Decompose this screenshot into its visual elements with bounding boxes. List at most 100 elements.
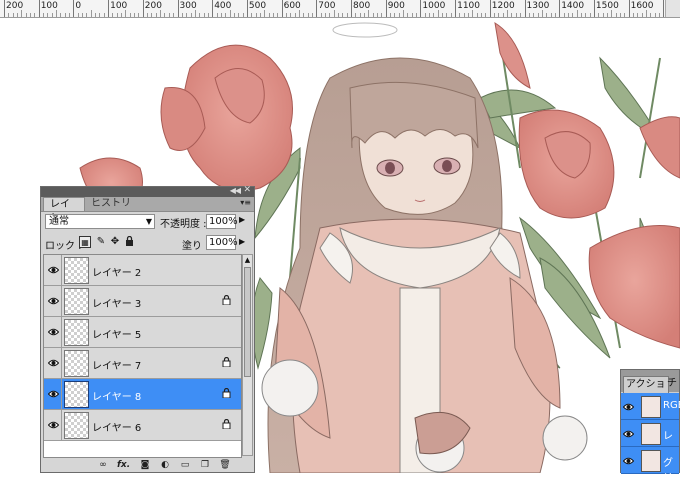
eye-icon[interactable] <box>45 317 62 347</box>
ruler-tick <box>73 0 75 17</box>
ruler-minor-tick <box>403 10 405 17</box>
ruler-minor-tick <box>585 13 587 17</box>
ruler-minor-tick <box>268 13 270 17</box>
adjustment-icon[interactable]: ◐ <box>159 459 171 471</box>
ruler-minor-tick <box>390 13 392 17</box>
ruler-minor-tick <box>550 13 552 17</box>
lock-all-icon[interactable] <box>123 235 135 248</box>
ruler-tick <box>593 0 595 17</box>
opacity-slider-arrow-icon[interactable]: ▶ <box>239 215 245 224</box>
opacity-input[interactable]: 100% <box>206 214 238 229</box>
fx-icon[interactable]: fx. <box>117 459 130 471</box>
trash-icon[interactable]: 🗑 <box>219 459 231 471</box>
ruler-minor-tick <box>563 13 565 17</box>
tab-channels[interactable]: チ <box>667 376 677 392</box>
ruler-minor-tick <box>364 13 365 17</box>
channel-row[interactable]: グリ <box>621 447 679 484</box>
fill-input[interactable]: 100% <box>206 235 238 250</box>
blend-mode-select[interactable]: 通常 ▼ <box>45 214 155 229</box>
layer-thumbnail[interactable] <box>64 412 89 439</box>
layer-thumbnail[interactable] <box>64 319 89 346</box>
eye-icon[interactable] <box>622 428 635 441</box>
layer-name[interactable]: レイヤー 2 <box>92 264 141 279</box>
ruler-minor-tick <box>658 13 660 17</box>
eye-icon[interactable] <box>45 410 62 440</box>
ruler-minor-tick <box>294 13 296 17</box>
layer-row[interactable]: レイヤー 6 <box>44 410 241 441</box>
layer-name[interactable]: レイヤー 6 <box>92 419 141 434</box>
lock-position-icon[interactable]: ✥ <box>109 236 121 248</box>
eye-icon[interactable] <box>45 348 62 378</box>
ruler-minor-tick <box>554 13 556 17</box>
ruler-minor-tick <box>207 13 209 17</box>
ruler-minor-tick <box>303 13 305 17</box>
ruler-tick <box>489 0 491 17</box>
layer-name[interactable]: レイヤー 3 <box>92 295 141 310</box>
ruler-minor-tick <box>298 10 300 17</box>
ruler-minor-tick <box>619 13 621 17</box>
eye-icon[interactable] <box>622 401 635 414</box>
lock-image-pixels-icon[interactable]: ✎ <box>95 236 107 248</box>
folder-icon[interactable]: ▭ <box>179 459 191 471</box>
eye-icon[interactable] <box>45 379 62 409</box>
layer-thumbnail[interactable] <box>64 350 89 377</box>
layer-row[interactable]: レイヤー 2 <box>44 255 241 286</box>
layer-row[interactable]: レイヤー 7 <box>44 348 241 379</box>
fill-slider-arrow-icon[interactable]: ▶ <box>239 237 245 246</box>
ruler-minor-tick <box>112 13 114 17</box>
collapse-icon[interactable]: ◀◀ <box>230 186 241 195</box>
panel-menu-icon[interactable]: ▾≡ <box>240 198 251 207</box>
scroll-up-icon[interactable]: ▲ <box>243 255 252 265</box>
mask-icon[interactable]: ◙ <box>139 459 151 471</box>
ruler-minor-tick <box>589 13 591 17</box>
ruler-minor-tick <box>186 13 188 17</box>
ruler-minor-tick <box>285 13 287 17</box>
layer-thumbnail[interactable] <box>64 288 89 315</box>
ruler-minor-tick <box>611 10 613 17</box>
ruler-minor-tick <box>424 13 426 17</box>
ruler-minor-tick <box>433 13 435 17</box>
layer-row[interactable]: レイヤー 8 <box>44 379 241 410</box>
new-layer-icon[interactable]: ❐ <box>199 459 211 471</box>
tab-history[interactable]: ヒストリー <box>85 197 143 223</box>
ruler-minor-tick <box>476 13 478 17</box>
ruler-minor-tick <box>337 13 339 17</box>
ruler-minor-tick <box>134 13 136 17</box>
layer-name[interactable]: レイヤー 7 <box>92 357 141 372</box>
lock-transparent-pixels-icon[interactable]: ▦ <box>79 236 91 248</box>
layer-name[interactable]: レイヤー 8 <box>92 388 141 403</box>
eye-icon[interactable] <box>45 255 62 285</box>
scroll-thumb[interactable] <box>244 267 251 377</box>
close-icon[interactable]: ✕ <box>243 185 251 195</box>
ruler-minor-tick <box>229 10 231 17</box>
channel-row[interactable]: RGB <box>621 393 680 420</box>
layer-thumbnail[interactable] <box>64 381 89 408</box>
ruler-minor-tick <box>541 10 543 17</box>
tab-actions[interactable]: アクショ <box>623 376 669 393</box>
ruler-minor-tick <box>69 13 71 17</box>
ruler-minor-tick <box>138 13 140 17</box>
link-icon[interactable]: ∞ <box>95 459 111 471</box>
layer-name[interactable]: レイヤー 5 <box>92 326 141 341</box>
ruler-minor-tick <box>394 13 396 17</box>
layer-thumbnail[interactable] <box>64 257 89 284</box>
ruler-minor-tick <box>103 13 105 17</box>
ruler-minor-tick <box>437 10 439 17</box>
tab-layers[interactable]: レイヤー <box>43 197 85 224</box>
ruler-minor-tick <box>233 13 235 17</box>
eye-icon[interactable] <box>45 286 62 316</box>
ruler-label: 0 <box>75 1 82 11</box>
channel-thumbnail <box>641 423 661 445</box>
layer-row[interactable]: レイヤー 5 <box>44 317 241 348</box>
ruler-minor-tick <box>30 13 32 17</box>
panel-title-bar[interactable]: ◀◀ ✕ <box>41 185 254 197</box>
ruler-minor-tick <box>64 13 66 17</box>
ruler-minor-tick <box>173 13 175 17</box>
channel-row[interactable]: レッ <box>621 420 679 457</box>
ruler-minor-tick <box>407 13 409 17</box>
eye-icon[interactable] <box>622 455 635 468</box>
ruler-minor-tick <box>606 13 608 17</box>
ruler-minor-tick <box>203 13 205 17</box>
layer-row[interactable]: レイヤー 3 <box>44 286 241 317</box>
layer-list-scrollbar[interactable]: ▲ <box>242 254 253 456</box>
